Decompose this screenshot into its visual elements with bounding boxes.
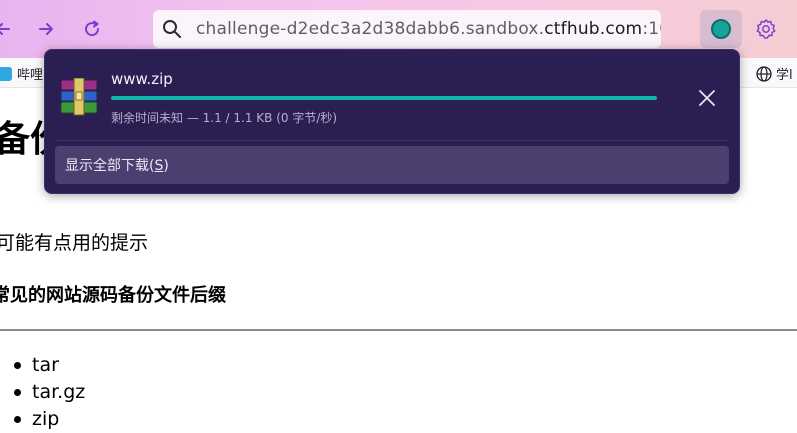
list-item: tar: [14, 352, 85, 379]
downloads-panel: www.zip 剩余时间未知 — 1.1 / 1.1 KB (0 字节/秒) 显…: [44, 49, 740, 194]
bookmark-bilibili[interactable]: 哔哩: [0, 64, 43, 83]
list-item: zip: [14, 406, 85, 433]
bookmark-label: 学l: [776, 68, 793, 83]
url-host: ctfhub.com: [544, 19, 643, 39]
search-icon: [163, 20, 181, 38]
forward-button[interactable]: [29, 12, 63, 46]
forward-icon: [39, 23, 53, 35]
hint-text: 可能有点用的提示: [0, 232, 149, 254]
address-bar[interactable]: challenge-d2edc3a2d38dabb6.sandbox.ctfhu…: [153, 10, 661, 48]
download-status-icon: [711, 19, 731, 39]
download-item[interactable]: www.zip 剩余时间未知 — 1.1 / 1.1 KB (0 字节/秒): [55, 58, 730, 134]
downloads-button[interactable]: [700, 10, 742, 48]
close-icon: [699, 90, 715, 106]
back-button[interactable]: [0, 12, 20, 46]
download-filename: www.zip: [111, 70, 173, 88]
back-icon: [0, 23, 10, 35]
show-all-label: 显示全部下载(S): [65, 155, 169, 175]
download-progress-fill: [111, 96, 657, 100]
url-port: :108: [642, 19, 661, 39]
bilibili-icon: [0, 66, 12, 81]
reload-button[interactable]: [75, 12, 109, 46]
cancel-download-button[interactable]: [693, 84, 721, 112]
download-status-text: 剩余时间未知 — 1.1 / 1.1 KB (0 字节/秒): [111, 111, 338, 125]
bookmark-study[interactable]: 学l: [756, 64, 793, 83]
globe-icon: [756, 65, 772, 82]
section-heading: 常见的网站源码备份文件后缀: [0, 285, 226, 306]
horizontal-rule: [0, 329, 797, 331]
settings-icon: [756, 19, 776, 39]
show-all-downloads-button[interactable]: 显示全部下载(S): [55, 146, 729, 184]
panel-separator: [55, 140, 729, 141]
reload-icon: [85, 20, 100, 37]
list-item: tar.gz: [14, 379, 85, 406]
url-prefix: challenge-d2edc3a2d38dabb6.sandbox.: [196, 19, 545, 39]
show-all-text: 显示全部下载(: [65, 158, 155, 174]
show-all-text-end: ): [163, 158, 169, 174]
bookmark-label: 哔哩: [17, 68, 44, 83]
download-progress-bar: [111, 96, 657, 100]
suffix-list: tar tar.gz zip: [14, 352, 85, 433]
settings-button[interactable]: [750, 12, 782, 46]
archive-icon: [60, 78, 98, 116]
url-text: challenge-d2edc3a2d38dabb6.sandbox.ctfhu…: [196, 19, 661, 39]
